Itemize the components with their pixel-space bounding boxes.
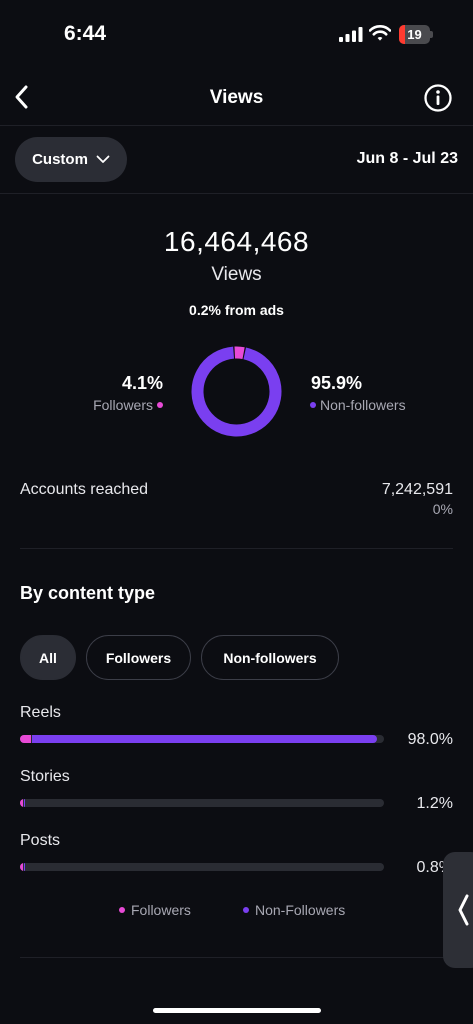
battery-indicator: 19 — [399, 25, 433, 44]
signal-icon — [339, 27, 363, 42]
section-title: By content type — [20, 583, 156, 603]
posts-followers-bar — [20, 863, 23, 871]
stories-non-followers-bar — [23, 799, 25, 807]
divider — [20, 957, 453, 958]
views-donut-chart — [191, 346, 282, 437]
posts-label: Posts — [20, 832, 61, 849]
donut-slice-non-followers — [191, 346, 282, 437]
non-followers-dot — [243, 907, 249, 913]
total-views-value: 16,464,468 — [163, 226, 310, 257]
non-followers-legend-label: Non-followers — [320, 397, 406, 413]
accounts-reached-label: Accounts reached — [20, 481, 149, 498]
date-range-label: Custom — [32, 151, 88, 168]
chevron-down-icon — [96, 155, 110, 163]
reels-bar — [20, 735, 384, 743]
chevron-left-icon — [458, 894, 469, 926]
status-bar: 6:44 19 — [0, 0, 473, 70]
legend-followers: Followers — [119, 902, 191, 918]
legend-non-followers-label: Non-Followers — [255, 902, 346, 918]
followers-legend: Followers — [93, 397, 163, 413]
non-followers-percentage: 95.9% — [311, 373, 363, 393]
divider — [0, 193, 473, 194]
stories-value: 1.2% — [416, 795, 453, 812]
reels-followers-bar — [20, 735, 31, 743]
donut-slice-followers — [234, 346, 245, 360]
date-range-text: Jun 8 - Jul 23 — [356, 150, 458, 167]
non-followers-dot — [310, 402, 316, 408]
info-button[interactable] — [423, 83, 453, 113]
views-label: Views — [211, 264, 262, 285]
nav-bar: Views — [0, 70, 473, 126]
accounts-reached-change: 0% — [432, 501, 453, 517]
reels-non-followers-bar — [31, 735, 377, 743]
stories-bar — [20, 799, 384, 807]
side-panel-handle[interactable] — [443, 852, 473, 968]
date-range-dropdown[interactable]: Custom — [15, 137, 127, 182]
posts-non-followers-bar — [23, 863, 25, 871]
stories-followers-bar — [20, 799, 23, 807]
reels-value: 98.0% — [407, 731, 453, 748]
stories-label: Stories — [20, 768, 70, 785]
home-indicator[interactable] — [153, 1008, 321, 1013]
followers-dot — [157, 402, 163, 408]
wifi-icon — [369, 25, 391, 41]
legend-followers-label: Followers — [131, 902, 191, 918]
followers-dot — [119, 907, 125, 913]
legend-non-followers: Non-Followers — [243, 902, 345, 918]
battery-level: 19 — [407, 27, 422, 42]
reels-label: Reels — [20, 704, 61, 721]
posts-bar — [20, 863, 384, 871]
non-followers-legend: Non-followers — [310, 397, 406, 413]
followers-percentage: 4.1% — [121, 373, 163, 393]
divider — [20, 548, 453, 549]
ads-percentage: 0.2% from ads — [189, 302, 284, 318]
page-title: Views — [209, 87, 264, 108]
status-time: 6:44 — [64, 22, 107, 45]
accounts-reached-value: 7,242,591 — [381, 481, 453, 498]
tab-non-followers[interactable]: Non-followers — [201, 635, 339, 680]
followers-legend-label: Followers — [93, 397, 153, 413]
tab-all[interactable]: All — [20, 635, 76, 680]
tab-followers[interactable]: Followers — [86, 635, 191, 680]
